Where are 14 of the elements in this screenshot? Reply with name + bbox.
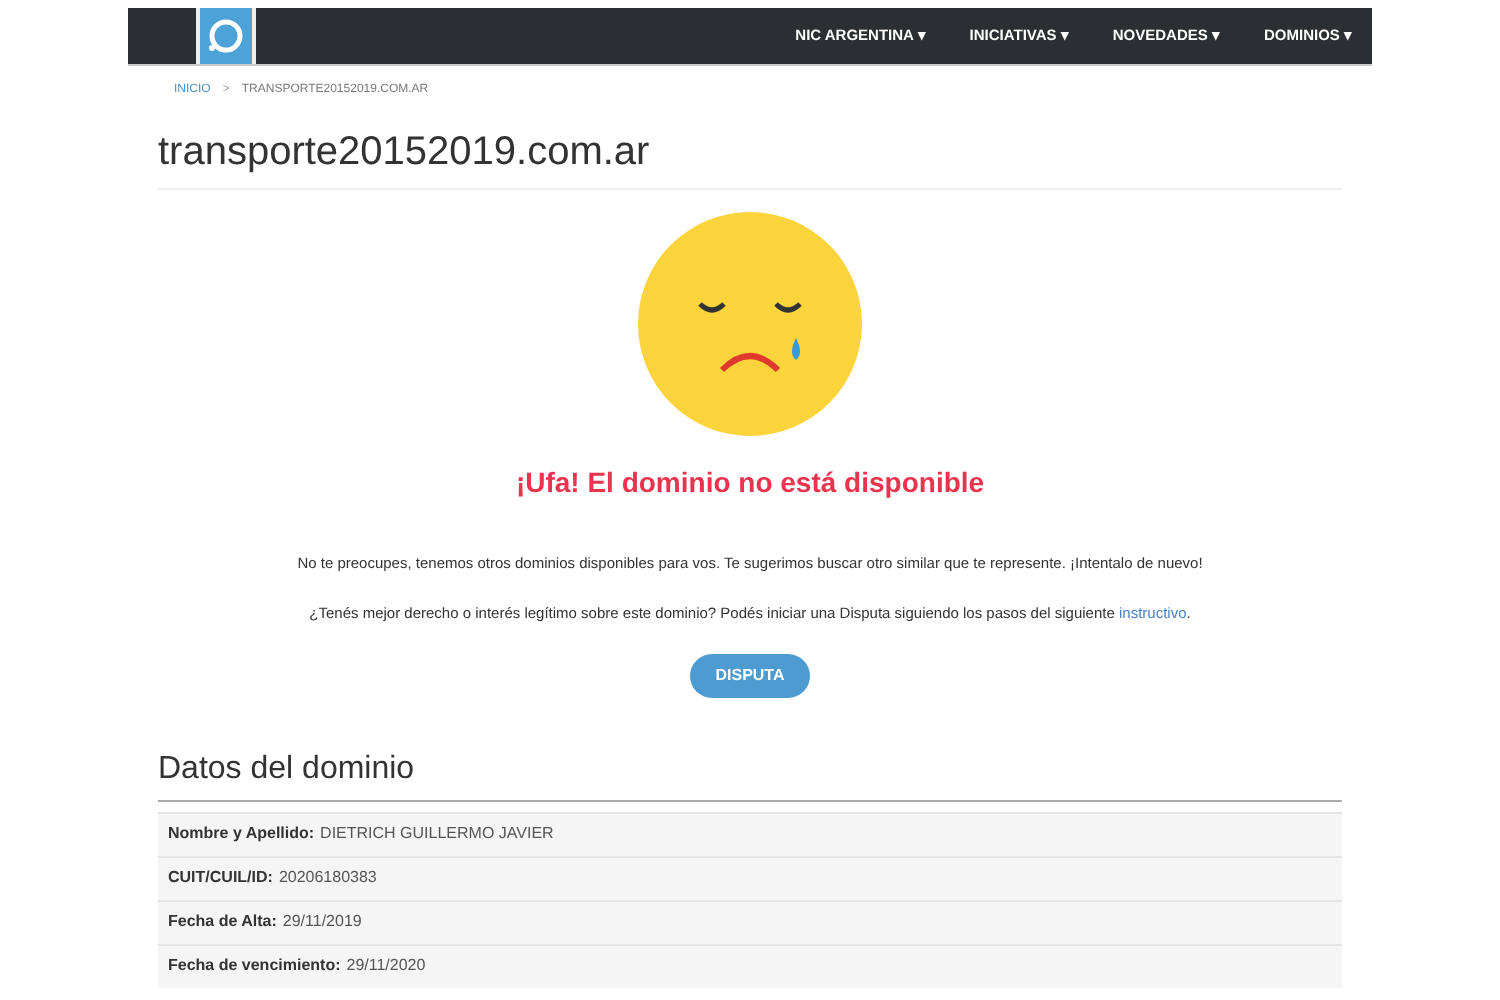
crying-face-icon [636, 210, 864, 438]
field-value: DIETRICH GUILLERMO JAVIER [320, 822, 554, 846]
section-heading: Datos del dominio [158, 753, 417, 785]
status-heading: ¡Ufa! El dominio no está disponible [515, 464, 985, 502]
page-title: transporte20152019.com.ar [158, 132, 652, 172]
field-label: Nombre y Apellido: [168, 822, 315, 846]
field-label: Fecha de Alta: [168, 910, 277, 934]
field-label: Fecha de vencimiento: [168, 954, 341, 978]
field-value: 29/11/2020 [346, 954, 426, 978]
field-label: CUIT/CUIL/ID: [168, 866, 273, 890]
logo-icon [206, 18, 246, 54]
field-value: 29/11/2019 [282, 910, 362, 934]
logo[interactable] [196, 8, 256, 64]
field-value: 20206180383 [278, 866, 377, 890]
